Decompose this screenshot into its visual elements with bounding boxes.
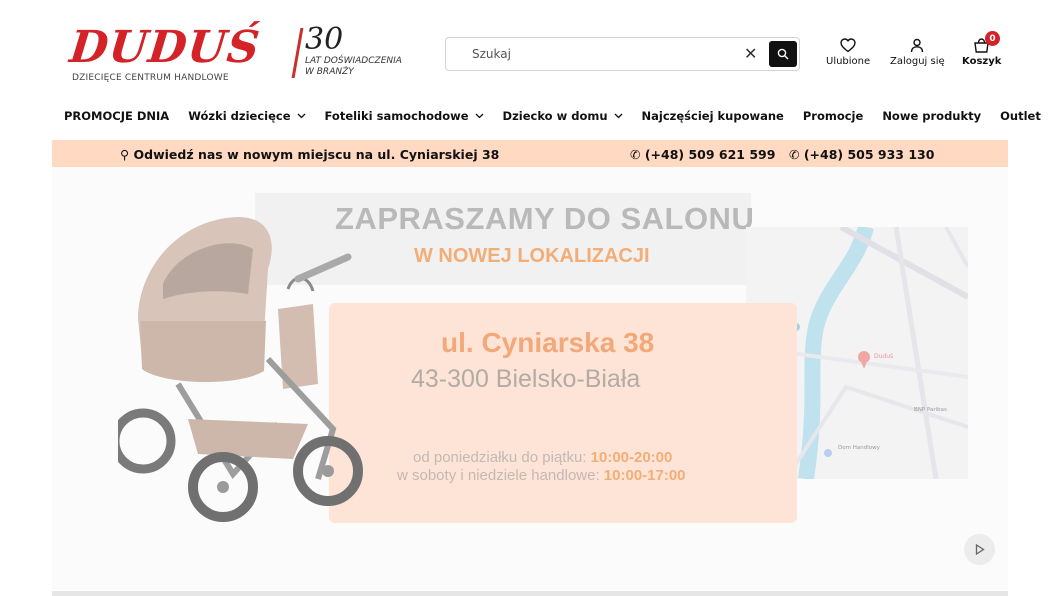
nav-item-nowe-produkty[interactable]: Nowe produkty	[882, 109, 981, 123]
cart-count-badge: 0	[985, 31, 1000, 46]
nav-item-promocje[interactable]: Promocje	[803, 109, 863, 123]
years-text-line1: LAT DOŚWIADCZENIA	[305, 56, 402, 66]
years-accent-bar	[291, 28, 304, 78]
nav-item-label: Dziecko w domu	[502, 109, 608, 123]
chevron-down-icon	[614, 113, 622, 119]
user-icon	[911, 38, 924, 53]
map-label-bnp: BNP Paribas	[914, 407, 947, 413]
years-number: 30	[305, 22, 344, 57]
nav-item-label: Promocje	[802, 109, 864, 123]
search-input[interactable]	[470, 46, 724, 62]
login-button[interactable]: Zaloguj się	[890, 38, 945, 67]
heart-icon	[840, 38, 856, 53]
map-pin-label: Duduś	[874, 353, 894, 360]
search-box: ✕	[445, 37, 800, 71]
store-address: ⚲ Odwiedź nas w nowym miejscu na ul. Cyn…	[120, 147, 500, 162]
nav-item-wozki[interactable]: Wózki dziecięce	[188, 109, 305, 123]
nav-item-outlet[interactable]: Outlet	[1000, 109, 1041, 123]
nav-item-foteliki[interactable]: Foteliki samochodowe	[325, 109, 484, 123]
hero-slider: ZAPRASZAMY DO SALONU W NOWEJ LOKALIZACJI…	[52, 167, 1008, 590]
logo[interactable]: DUDUŚ	[67, 22, 262, 74]
nav-item-label: Wózki dziecięce	[188, 109, 291, 123]
nav-item-najczesciej-kupowane[interactable]: Najczęściej kupowane	[642, 109, 784, 123]
stroller-image	[118, 217, 363, 522]
chevron-down-icon	[475, 113, 484, 119]
years-text-line2: W BRANŻY	[305, 67, 354, 77]
nav-item-label: PROMOCJE DNIA	[64, 109, 170, 123]
hours-weekdays-label: od poniedziałku do piątku:	[413, 449, 587, 466]
years-text: LAT DOŚWIADCZENIA W BRANŻY	[305, 56, 425, 78]
slide-hours-weekend: w soboty i niedziele handlowe: 10:00-17:…	[397, 467, 686, 484]
nav-item-label: Foteliki samochodowe	[324, 109, 469, 123]
hours-weekend-value: 10:00-17:00	[603, 467, 686, 484]
logo-subtitle: DZIECIĘCE CENTRUM HANDLOWE	[72, 73, 229, 83]
nav-item-label: Najczęściej kupowane	[641, 109, 784, 123]
favorites-button[interactable]: Ulubione	[826, 38, 870, 67]
search-button[interactable]	[769, 41, 797, 67]
slider-play-button[interactable]	[964, 534, 995, 565]
slide-hours-weekdays: od poniedziałku do piątku: 10:00-20:00	[413, 449, 672, 466]
play-icon	[975, 544, 985, 555]
slide-street: ul. Cyniarska 38	[441, 327, 655, 358]
search-icon	[777, 48, 789, 60]
chevron-down-icon	[297, 113, 305, 119]
section-divider	[52, 591, 1008, 596]
hours-weekdays-value: 10:00-20:00	[590, 449, 673, 466]
map-label-dom-handlowy: Dom Handlowy	[838, 445, 880, 451]
clear-icon[interactable]: ✕	[744, 44, 757, 63]
login-label: Zaloguj się	[890, 56, 945, 67]
favorites-label: Ulubione	[826, 56, 871, 67]
nav-item-dziecko-w-domu[interactable]: Dziecko w domu	[503, 109, 623, 123]
hours-weekend-label: w soboty i niedziele handlowe:	[397, 467, 600, 484]
slide-city: 43-300 Bielsko-Biała	[411, 365, 641, 393]
cart-label: Koszyk	[962, 56, 1002, 67]
main-nav: PROMOCJE DNIA Wózki dziecięce Foteliki s…	[64, 109, 1041, 123]
nav-item-promocje-dnia[interactable]: PROMOCJE DNIA	[64, 109, 169, 123]
info-bar: ⚲ Odwiedź nas w nowym miejscu na ul. Cyn…	[52, 140, 1008, 167]
nav-item-label: Outlet	[1000, 109, 1041, 123]
slide-headline-2: W NOWEJ LOKALIZACJI	[414, 245, 650, 267]
phone-link-1[interactable]: ✆ (+48) 509 621 599	[630, 147, 775, 162]
nav-item-label: Nowe produkty	[882, 109, 982, 123]
slide-headline-1: ZAPRASZAMY DO SALONU	[335, 201, 755, 236]
phone-link-2[interactable]: ✆ (+48) 505 933 130	[789, 147, 934, 162]
